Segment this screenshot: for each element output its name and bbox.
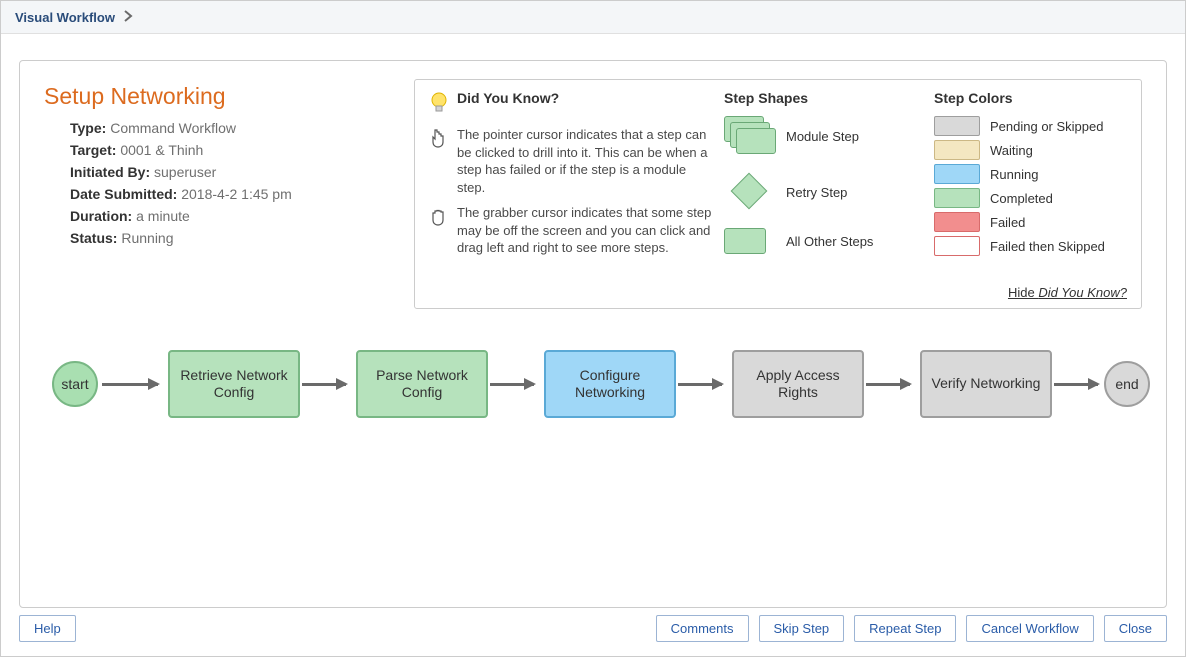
arrow-icon bbox=[678, 383, 722, 386]
close-button[interactable]: Close bbox=[1104, 615, 1167, 642]
chevron-right-icon bbox=[123, 9, 133, 25]
comments-button[interactable]: Comments bbox=[656, 615, 749, 642]
lightbulb-icon bbox=[429, 91, 449, 115]
legend-color-label: Completed bbox=[990, 191, 1053, 206]
legend-shape-module: Module Step bbox=[724, 116, 924, 156]
workflow-step[interactable]: Parse Network Config bbox=[356, 350, 488, 418]
arrow-icon bbox=[302, 383, 346, 386]
cancel-workflow-button[interactable]: Cancel Workflow bbox=[966, 615, 1093, 642]
tip-pointer: The pointer cursor indicates that a step… bbox=[457, 126, 714, 196]
meta-type: Type: Command Workflow bbox=[70, 120, 404, 136]
end-node[interactable]: end bbox=[1104, 361, 1150, 407]
did-you-know-heading: Did You Know? bbox=[457, 90, 559, 106]
arrow-icon bbox=[490, 383, 534, 386]
meta-date-submitted: Date Submitted: 2018-4-2 1:45 pm bbox=[70, 186, 404, 202]
info-box: Did You Know? The pointer cursor indicat… bbox=[414, 79, 1142, 309]
workflow-step[interactable]: Configure Networking bbox=[544, 350, 676, 418]
legend-color-label: Failed then Skipped bbox=[990, 239, 1105, 254]
footer: Help Comments Skip Step Repeat Step Canc… bbox=[1, 605, 1185, 656]
meta-duration: Duration: a minute bbox=[70, 208, 404, 224]
skip-step-button[interactable]: Skip Step bbox=[759, 615, 845, 642]
hide-did-you-know-link[interactable]: Hide Did You Know? bbox=[1008, 285, 1127, 300]
legend-shape-retry: Retry Step bbox=[724, 174, 924, 210]
legend-color-row: Failed then Skipped bbox=[934, 236, 1127, 256]
breadcrumb: Visual Workflow bbox=[1, 1, 1185, 34]
breadcrumb-item[interactable]: Visual Workflow bbox=[15, 10, 115, 25]
color-swatch bbox=[934, 140, 980, 160]
page-title: Setup Networking bbox=[44, 83, 404, 110]
workflow-diagram[interactable]: start Retrieve Network Config Parse Netwo… bbox=[38, 325, 1148, 555]
workflow-step-label: Retrieve Network Config bbox=[178, 367, 290, 402]
legend-color-label: Failed bbox=[990, 215, 1025, 230]
step-colors-heading: Step Colors bbox=[934, 90, 1127, 106]
workflow-step-label: Apply Access Rights bbox=[742, 367, 854, 402]
color-swatch bbox=[934, 236, 980, 256]
module-step-icon bbox=[724, 116, 776, 156]
pointer-cursor-icon bbox=[429, 126, 449, 196]
legend-color-row: Completed bbox=[934, 188, 1127, 208]
meta-target: Target: 0001 & Thinh bbox=[70, 142, 404, 158]
arrow-icon bbox=[866, 383, 910, 386]
other-step-icon bbox=[724, 228, 776, 254]
retry-step-icon bbox=[724, 174, 776, 210]
legend-color-row: Failed bbox=[934, 212, 1127, 232]
workflow-step[interactable]: Apply Access Rights bbox=[732, 350, 864, 418]
legend-color-label: Waiting bbox=[990, 143, 1033, 158]
start-node[interactable]: start bbox=[52, 361, 98, 407]
meta-initiated-by: Initiated By: superuser bbox=[70, 164, 404, 180]
legend-color-label: Pending or Skipped bbox=[990, 119, 1103, 134]
main-panel: Setup Networking Type: Command Workflow … bbox=[19, 60, 1167, 608]
repeat-step-button[interactable]: Repeat Step bbox=[854, 615, 956, 642]
tip-grabber: The grabber cursor indicates that some s… bbox=[457, 204, 714, 257]
color-swatch bbox=[934, 212, 980, 232]
meta-status: Status: Running bbox=[70, 230, 404, 246]
color-swatch bbox=[934, 116, 980, 136]
legend-shape-other: All Other Steps bbox=[724, 228, 924, 254]
color-swatch bbox=[934, 164, 980, 184]
workflow-step-label: Verify Networking bbox=[932, 375, 1041, 393]
workflow-step-label: Configure Networking bbox=[554, 367, 666, 402]
workflow-step[interactable]: Verify Networking bbox=[920, 350, 1052, 418]
grabber-cursor-icon bbox=[429, 204, 449, 257]
legend-color-row: Running bbox=[934, 164, 1127, 184]
help-button[interactable]: Help bbox=[19, 615, 76, 642]
step-shapes-heading: Step Shapes bbox=[724, 90, 924, 106]
legend-color-label: Running bbox=[990, 167, 1038, 182]
legend-color-row: Pending or Skipped bbox=[934, 116, 1127, 136]
workflow-step-label: Parse Network Config bbox=[366, 367, 478, 402]
arrow-icon bbox=[1054, 383, 1098, 386]
legend-color-row: Waiting bbox=[934, 140, 1127, 160]
workflow-step[interactable]: Retrieve Network Config bbox=[168, 350, 300, 418]
arrow-icon bbox=[102, 383, 158, 386]
color-swatch bbox=[934, 188, 980, 208]
